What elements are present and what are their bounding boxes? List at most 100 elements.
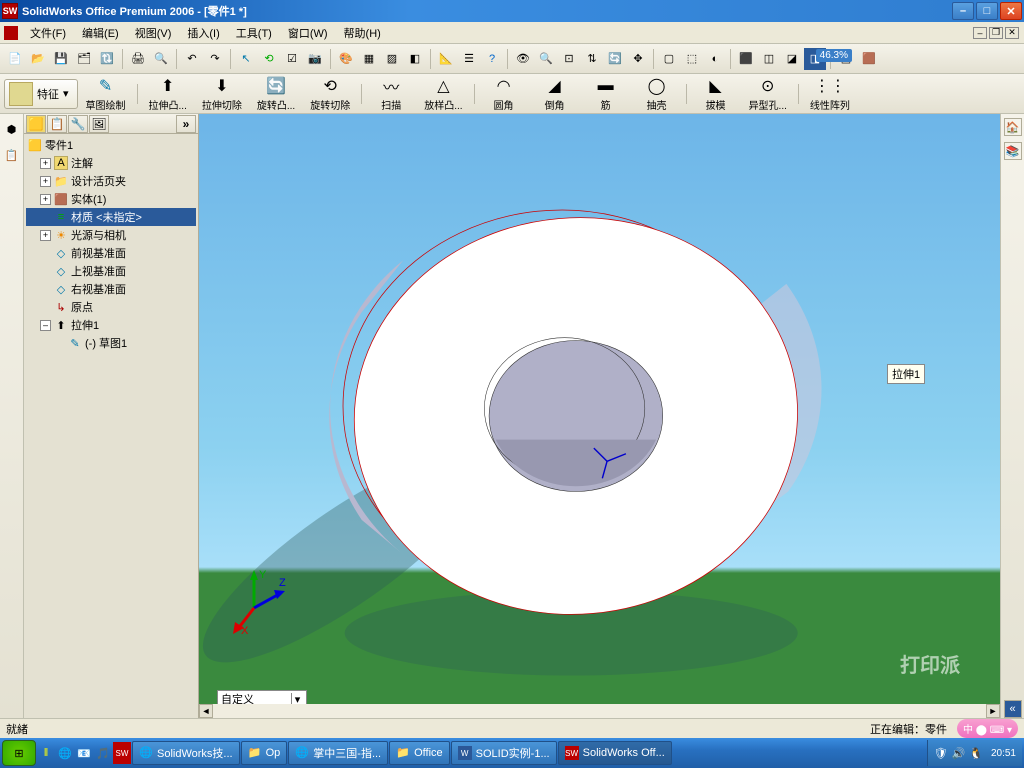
tab-render[interactable]: 🖼 [89,115,109,133]
undo-button[interactable]: ↶ [181,48,203,70]
tab-property[interactable]: 📋 [47,115,67,133]
task-3[interactable]: 🌐掌中三国-指... [288,741,388,765]
3d-button[interactable]: 🟫 [858,48,880,70]
rp-resources[interactable]: 📚 [1004,142,1022,160]
tab-skip[interactable]: » [176,115,196,133]
scroll-left-button[interactable]: ◄ [199,704,213,718]
tree-extrude1: –⬆拉伸1 [26,316,196,334]
shaded-button[interactable]: ◐ [704,48,726,70]
task-1[interactable]: 🌐SolidWorks技... [132,741,240,765]
menu-window[interactable]: 窗口(W) [280,23,336,43]
options-button[interactable]: ☑ [281,48,303,70]
print-button[interactable]: 🖨 [127,48,149,70]
save-button[interactable]: 💾 [50,48,72,70]
menu-file[interactable]: 文件(F) [22,23,74,43]
measure-button[interactable]: 📐 [435,48,457,70]
rebuild-button[interactable]: ⟲ [258,48,280,70]
ql-2[interactable]: 🌐 [56,742,74,764]
tray-icon[interactable]: 🐧 [969,747,983,760]
appearance-button[interactable]: ◧ [404,48,426,70]
tree-right: ◇右视基准面 [26,280,196,298]
maximize-button[interactable]: □ [976,2,998,20]
mdi-minimize[interactable]: – [973,27,987,39]
ime-badge[interactable]: 中 ⬤ ⌨ ▾ [957,719,1018,738]
shell-button[interactable]: ◯抽壳 [632,73,682,115]
extrude-button[interactable]: ⬆拉伸凸... [142,73,194,115]
menu-bar: 文件(F) 编辑(E) 视图(V) 插入(I) 工具(T) 窗口(W) 帮助(H… [0,22,1024,44]
document-icon [4,26,18,40]
view-orient-button[interactable]: 👁 [512,48,534,70]
pattern-button[interactable]: ⋮⋮线性阵列 [803,73,857,115]
horizontal-scrollbar[interactable]: ◄ ► [199,704,1000,718]
iso-button[interactable]: ⬛ [735,48,757,70]
fillet-button[interactable]: ◠圆角 [479,73,529,115]
start-button[interactable]: ⊞ [2,740,36,766]
menu-insert[interactable]: 插入(I) [179,23,227,43]
texture-button[interactable]: ▨ [381,48,403,70]
preview-button[interactable]: 🔍 [150,48,172,70]
tab-config[interactable]: 🔧 [68,115,88,133]
ql-3[interactable]: 📧 [75,742,93,764]
menu-edit[interactable]: 编辑(E) [74,23,127,43]
clock: 20:51 [991,748,1016,759]
minimize-button[interactable]: – [952,2,974,20]
loft-button[interactable]: △放样凸... [417,73,469,115]
new-button[interactable]: 📄 [4,48,26,70]
menu-view[interactable]: 视图(V) [127,23,180,43]
scroll-right-button[interactable]: ► [986,704,1000,718]
wireframe-button[interactable]: ▢ [658,48,680,70]
hole-button[interactable]: ⊙异型孔... [742,73,794,115]
help-button[interactable]: ? [481,48,503,70]
section-button[interactable]: ◪ [781,48,803,70]
task-5[interactable]: WSOLID实例-1... [451,741,557,765]
front-button[interactable]: ◫ [758,48,780,70]
ql-5[interactable]: SW [113,742,131,764]
reload-button[interactable]: 🔃 [96,48,118,70]
mdi-restore[interactable]: ❐ [989,27,1003,39]
saveall-button[interactable]: 🗂 [73,48,95,70]
cut-button[interactable]: ⬇拉伸切除 [195,73,249,115]
system-tray[interactable]: 🛡 🔊 🐧 20:51 [927,740,1022,766]
feature-tab-button[interactable]: 特征 ▾ [4,79,78,109]
select-button[interactable]: ↖ [235,48,257,70]
tab-feature-tree[interactable]: 🟨 [26,115,46,133]
window-buttons: – □ ✕ [952,2,1022,20]
rib-button[interactable]: ▬筋 [581,73,631,115]
ql-4[interactable]: 🎵 [94,742,112,764]
screencap-button[interactable]: 📷 [304,48,326,70]
ql-1[interactable]: ‖ [37,742,55,764]
mdi-close[interactable]: ✕ [1005,27,1019,39]
tray-icon[interactable]: 🛡 [934,747,948,760]
redo-button[interactable]: ↷ [204,48,226,70]
materials-button[interactable]: ▦ [358,48,380,70]
revolve-button[interactable]: 🔄旋转凸... [250,73,302,115]
menu-help[interactable]: 帮助(H) [336,23,389,43]
ls-btn2[interactable]: 📋 [1,144,23,166]
task-6[interactable]: SWSolidWorks Off... [558,741,672,765]
close-button[interactable]: ✕ [1000,2,1022,20]
annotation-label: 拉伸1 [887,364,925,384]
chamfer-button[interactable]: ◢倒角 [530,73,580,115]
rp-home[interactable]: 🏠 [1004,118,1022,136]
sketch-button[interactable]: ✎草图绘制 [79,73,133,115]
color-button[interactable]: 🎨 [335,48,357,70]
sweep-button[interactable]: 〰扫描 [366,73,416,115]
menu-tools[interactable]: 工具(T) [228,23,280,43]
zoom-area-button[interactable]: ⊡ [558,48,580,70]
ls-btn1[interactable]: ⬢ [1,118,23,140]
zoom-inout-button[interactable]: ⇅ [581,48,603,70]
rotate-button[interactable]: 🔄 [604,48,626,70]
task-2[interactable]: 📁Op [241,741,288,765]
task-4[interactable]: 📁Office [389,741,450,765]
feature-tree[interactable]: 🟨零件1 +A注解 +📁设计活页夹 +🟫实体(1) ≡材质 <未指定> +☀光源… [24,134,198,718]
draft-button[interactable]: ◣拔模 [691,73,741,115]
viewport[interactable]: 拉伸1 Y Z X 自定义 ▾ ◄ ► 打印派 [199,114,1000,718]
hidden-button[interactable]: ⬚ [681,48,703,70]
rp-expand[interactable]: « [1004,700,1022,718]
tray-icon[interactable]: 🔊 [952,747,966,760]
zoom-fit-button[interactable]: 🔍 [535,48,557,70]
open-button[interactable]: 📂 [27,48,49,70]
list-button[interactable]: ☰ [458,48,480,70]
pan-button[interactable]: ✥ [627,48,649,70]
revcut-button[interactable]: ⟲旋转切除 [303,73,357,115]
